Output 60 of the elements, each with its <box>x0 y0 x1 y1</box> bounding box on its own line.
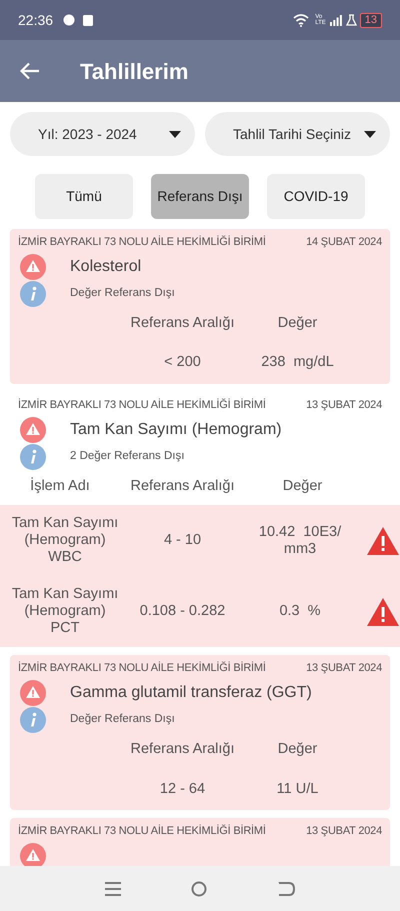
warning-icon <box>20 416 46 442</box>
out-of-range-note: Değer Referans Dışı <box>70 286 175 301</box>
test-name: Kolesterol <box>70 256 142 276</box>
menu-icon[interactable] <box>105 882 121 896</box>
result-value: 238 mg/dL <box>260 353 335 372</box>
info-icon <box>20 444 46 470</box>
result-card[interactable]: İZMİR BAYRAKLI 73 NOLU AİLE HEKİMLİĞİ BİRİMİ 13 ŞUBAT 2024 Gamma glutamil transferaz (GGT) Değer Referans Dışı Referans Aralığı Değer 12 - 64 11 U/L <box>10 655 390 810</box>
info-icon <box>20 280 46 306</box>
result-value: 10.42 10E3/ mm3 <box>258 524 342 558</box>
dropdown[interactable]: Yıl: 2023 - 2024 <box>10 112 195 156</box>
procedure-name: Tam Kan Sayımı (Hemogram) WBC <box>10 515 120 566</box>
result-card[interactable]: İZMİR BAYRAKLI 73 NOLU AİLE HEKİMLİĞİ BİRİMİ 14 ŞUBAT 2024 Kolesterol Değer Referans Dışı Referans Aralığı Değer < 200 238 mg/dL <box>10 229 390 384</box>
result-value: 11 U/L <box>276 780 320 798</box>
result-card[interactable]: İZMİR BAYRAKLI 73 NOLU AİLE HEKİMLİĞİ BİRİMİ 13 ŞUBAT 2024 <box>10 818 390 866</box>
warning-icon <box>20 254 46 280</box>
column-header: Değer <box>282 476 324 496</box>
app-icon <box>83 14 94 26</box>
test-date: 13 ŞUBAT 2024 <box>306 824 382 840</box>
test-date: 13 ŞUBAT 2024 <box>306 398 382 413</box>
result-value: 0.3 % <box>278 603 322 620</box>
institution-name: İZMİR BAYRAKLI 73 NOLU AİLE HEKİMLİĞİ BİRİMİ <box>18 660 266 676</box>
column-header: Referans Aralığı <box>130 476 236 496</box>
signal-icon <box>330 14 342 26</box>
reference-range: 4 - 10 <box>162 530 202 550</box>
column-header: Değer <box>276 740 318 759</box>
flask-icon <box>346 14 357 26</box>
out-of-range-note: Değer Referans Dışı <box>70 712 175 728</box>
test-name: Tam Kan Sayımı (Hemogram) <box>70 420 282 440</box>
column-header: Referans Aralığı <box>130 740 236 759</box>
out-of-range-note: 2 Değer Referans Dışı <box>70 448 184 464</box>
caret-icon <box>169 130 181 138</box>
warning-icon <box>366 526 400 556</box>
dropdown[interactable]: Tahlil Tarihi Seçiniz <box>205 112 390 156</box>
reference-range: < 200 <box>163 353 202 372</box>
warning-icon <box>20 680 46 706</box>
warning-icon <box>366 596 400 627</box>
procedure-name: Tam Kan Sayımı (Hemogram) PCT <box>10 586 120 638</box>
column-header: Değer <box>276 314 318 332</box>
filter-tab[interactable]: Tümü <box>35 174 133 219</box>
test-name: Gamma glutamil transferaz (GGT) <box>70 682 312 703</box>
test-date: 14 ŞUBAT 2024 <box>306 235 382 250</box>
wifi-icon <box>293 14 310 26</box>
back-icon[interactable] <box>277 882 295 896</box>
column-header: Referans Aralığı <box>130 314 236 332</box>
page-title: Tahlillerim <box>80 58 188 86</box>
clock: 22:36 <box>18 10 54 30</box>
battery-indicator: 13 <box>360 12 382 28</box>
institution-name: İZMİR BAYRAKLI 73 NOLU AİLE HEKİMLİĞİ BİRİMİ <box>18 398 266 413</box>
test-date: 13 ŞUBAT 2024 <box>306 661 382 676</box>
home-icon[interactable] <box>191 880 207 896</box>
caret-icon <box>364 130 376 138</box>
reference-range: 0.108 - 0.282 <box>138 602 226 621</box>
institution-name: İZMİR BAYRAKLI 73 NOLU AİLE HEKİMLİĞİ BİRİMİ <box>18 824 266 840</box>
reference-range: 12 - 64 <box>158 780 206 798</box>
back-arrow-icon[interactable] <box>20 62 40 80</box>
column-header: İşlem Adı <box>29 476 91 496</box>
institution-name: İZMİR BAYRAKLI 73 NOLU AİLE HEKİMLİĞİ BİRİMİ <box>18 234 266 250</box>
info-icon <box>20 706 46 733</box>
filter-tab[interactable]: Referans Dışı <box>151 174 249 219</box>
filter-tab[interactable]: COVID-19 <box>267 174 365 219</box>
